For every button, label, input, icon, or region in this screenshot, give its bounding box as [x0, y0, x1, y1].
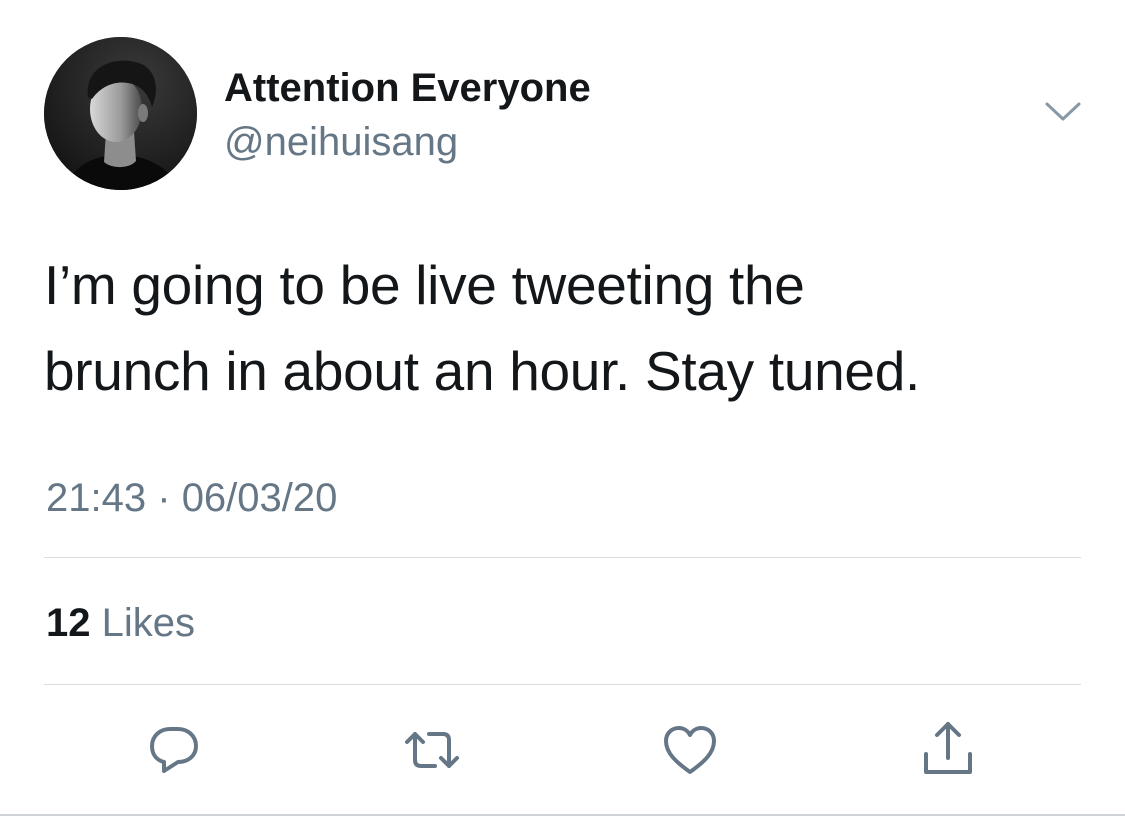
avatar-photo-icon: [44, 37, 197, 190]
tweet-menu-button[interactable]: [1043, 98, 1083, 126]
avatar[interactable]: [44, 37, 197, 190]
reply-button[interactable]: [144, 720, 204, 780]
heart-icon: [664, 726, 716, 774]
reply-icon: [150, 727, 198, 773]
likes-count: 12: [46, 601, 91, 645]
timestamp-separator: ·: [157, 476, 171, 520]
share-icon: [924, 722, 972, 774]
tweet-time: 21:43: [46, 476, 147, 520]
retweet-button[interactable]: [402, 720, 462, 780]
like-button[interactable]: [660, 720, 720, 780]
tweet-timestamp[interactable]: 21:43 · 06/03/20: [46, 476, 337, 520]
tweet-text-line: brunch in about an hour. Stay tuned.: [44, 340, 920, 402]
tweet-text-line: I’m going to be live tweeting the: [44, 254, 805, 316]
divider: [44, 557, 1081, 558]
likes-stat[interactable]: 12 Likes: [46, 601, 195, 645]
tweet-date: 06/03/20: [181, 476, 338, 520]
bottom-border: [0, 814, 1125, 816]
user-handle[interactable]: @neihuisang: [224, 120, 458, 164]
retweet-icon: [405, 732, 459, 768]
display-name[interactable]: Attention Everyone: [224, 66, 591, 110]
share-button[interactable]: [918, 720, 978, 780]
chevron-down-icon: [1045, 102, 1081, 121]
tweet-text: I’m going to be live tweeting the brunch…: [44, 242, 1084, 414]
divider: [44, 684, 1081, 685]
likes-label: Likes: [101, 601, 196, 645]
tweet-card: Attention Everyone @neihuisang I’m going…: [0, 0, 1125, 817]
